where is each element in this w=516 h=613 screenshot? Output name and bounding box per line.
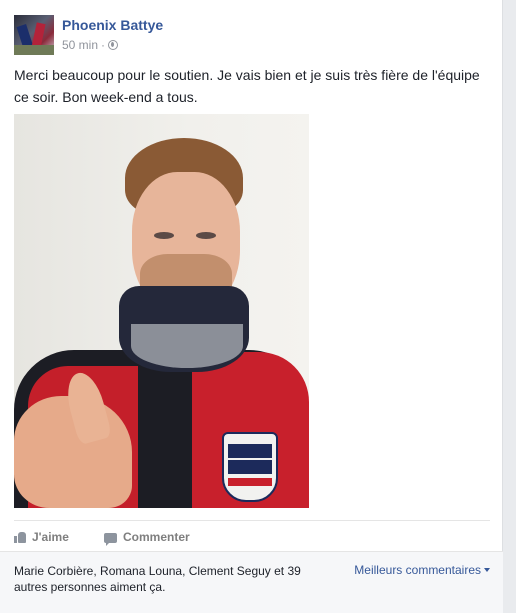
author-avatar[interactable]	[14, 15, 54, 55]
like-label: J'aime	[32, 530, 69, 544]
comment-label: Commenter	[123, 530, 190, 544]
post-text: Merci beaucoup pour le soutien. Je vais …	[14, 67, 480, 105]
post-photo[interactable]	[14, 114, 309, 508]
post-meta: 50 min ·	[62, 38, 119, 52]
thumbs-up-icon	[14, 531, 26, 543]
comment-button[interactable]: Commenter	[104, 530, 190, 546]
meta-separator: ·	[101, 38, 106, 52]
globe-icon[interactable]	[108, 40, 119, 50]
chevron-down-icon	[484, 568, 490, 572]
post-footer: Marie Corbière, Romana Louna, Clement Se…	[0, 551, 503, 613]
comment-sort-label: Meilleurs commentaires	[354, 563, 481, 577]
comment-sort-dropdown[interactable]: Meilleurs commentaires	[354, 563, 490, 577]
like-button[interactable]: J'aime	[14, 530, 69, 544]
author-name[interactable]: Phoenix Battye	[62, 17, 163, 33]
post-timestamp[interactable]: 50 min	[62, 38, 98, 52]
likers-summary[interactable]: Marie Corbière, Romana Louna, Clement Se…	[14, 563, 324, 595]
comment-icon	[104, 533, 117, 546]
post-actions-bar: J'aime Commenter	[14, 520, 490, 551]
post-card: Phoenix Battye 50 min · Merci beaucoup po…	[0, 0, 503, 613]
